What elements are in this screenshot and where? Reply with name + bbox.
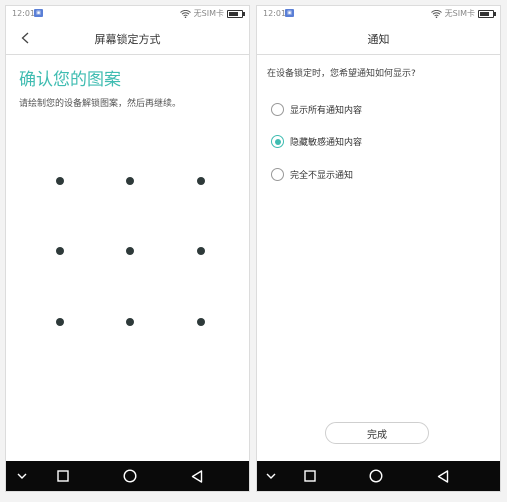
status-carrier: 无SIM卡: [444, 9, 475, 18]
status-carrier: 无SIM卡: [193, 9, 224, 18]
nav-back-button[interactable]: [435, 468, 451, 484]
pattern-screen: 12:01 ▣ 无SIM卡 屏幕锁定方式 确认您的图案 请绘制您的设备解锁图案，…: [5, 5, 250, 492]
wifi-icon: [179, 9, 191, 18]
radio-option-show-all[interactable]: 显示所有通知内容: [271, 103, 362, 116]
radio-label: 隐藏敏感通知内容: [290, 138, 363, 148]
pattern-dot[interactable]: [197, 177, 205, 185]
circle-icon: [369, 469, 383, 483]
radio-option-hide-sensitive[interactable]: 隐藏敏感通知内容: [271, 135, 362, 148]
pattern-instruction: 请绘制您的设备解锁图案，然后再继续。: [19, 99, 182, 109]
status-time: 12:01: [12, 9, 36, 18]
pattern-dot[interactable]: [126, 247, 134, 255]
square-icon: [304, 470, 316, 482]
app-notification-icon: ▣: [34, 9, 43, 17]
navigation-bar: [6, 461, 249, 491]
app-notification-icon: ▣: [285, 9, 294, 17]
pattern-dot[interactable]: [56, 318, 64, 326]
nav-hide-button[interactable]: [263, 468, 279, 484]
nav-recents-button[interactable]: [55, 468, 71, 484]
pattern-dot[interactable]: [126, 177, 134, 185]
navigation-bar: [257, 461, 500, 491]
status-bar: 12:01 ▣ 无SIM卡: [6, 6, 249, 22]
battery-icon: [478, 9, 496, 18]
pattern-dot[interactable]: [126, 318, 134, 326]
nav-recents-button[interactable]: [302, 468, 318, 484]
radio-button[interactable]: [271, 103, 284, 116]
pattern-dot[interactable]: [197, 247, 205, 255]
pattern-heading: 确认您的图案: [19, 70, 121, 90]
page-title: 通知: [367, 33, 390, 46]
chevron-down-icon: [17, 473, 27, 479]
wifi-icon: [430, 9, 442, 18]
radio-label: 完全不显示通知: [290, 171, 354, 181]
nav-home-button[interactable]: [122, 468, 138, 484]
nav-home-button[interactable]: [368, 468, 384, 484]
pattern-dot[interactable]: [56, 177, 64, 185]
title-bar: 通知: [257, 24, 500, 55]
pattern-dot[interactable]: [197, 318, 205, 326]
circle-icon: [123, 469, 137, 483]
triangle-back-icon: [191, 469, 203, 483]
pattern-dot[interactable]: [56, 247, 64, 255]
chevron-down-icon: [266, 473, 276, 479]
nav-hide-button[interactable]: [14, 468, 30, 484]
radio-button-selected[interactable]: [271, 135, 284, 148]
radio-button[interactable]: [271, 168, 284, 181]
status-bar: 12:01 ▣ 无SIM卡: [257, 6, 500, 22]
chevron-left-icon: [21, 32, 29, 44]
status-time: 12:01: [263, 9, 287, 18]
notification-question: 在设备锁定时，您希望通知如何显示?: [267, 69, 416, 79]
page-title: 屏幕锁定方式: [94, 33, 161, 46]
radio-option-hide-all[interactable]: 完全不显示通知: [271, 168, 353, 181]
notification-screen: 12:01 ▣ 无SIM卡 通知 在设备锁定时，您希望通知如何显示? 显示所有通…: [256, 5, 501, 492]
square-icon: [57, 470, 69, 482]
done-button[interactable]: 完成: [325, 422, 429, 444]
triangle-back-icon: [437, 469, 449, 483]
nav-back-button[interactable]: [189, 468, 205, 484]
battery-icon: [227, 9, 245, 18]
title-bar: 屏幕锁定方式: [6, 24, 249, 55]
back-button[interactable]: [14, 27, 36, 49]
radio-label: 显示所有通知内容: [290, 106, 363, 116]
